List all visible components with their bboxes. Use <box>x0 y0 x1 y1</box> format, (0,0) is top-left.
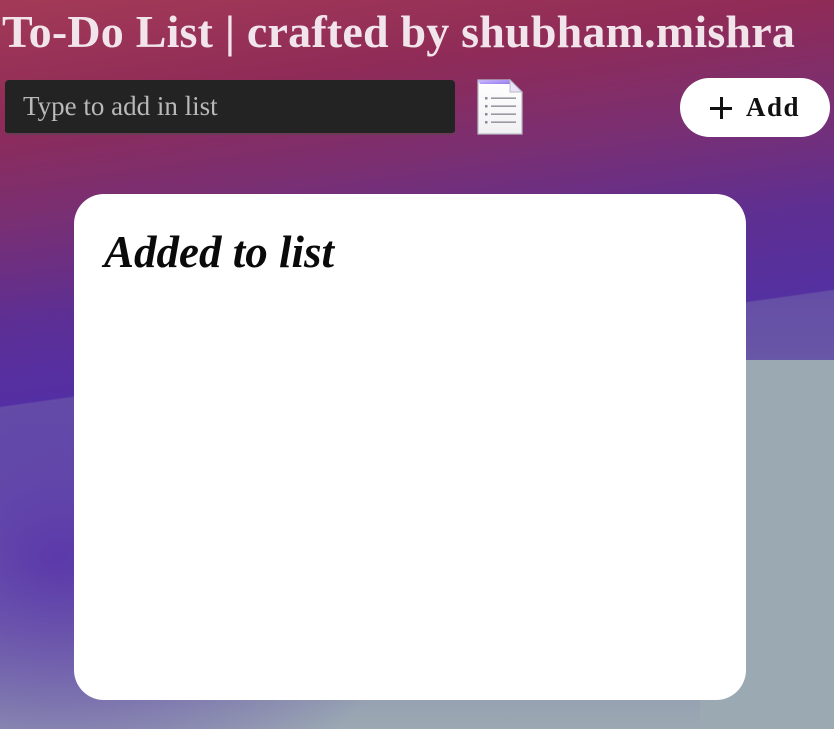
add-button-label: Add <box>745 92 801 122</box>
todo-list-card: Added to list <box>74 194 746 700</box>
plus-icon <box>709 96 732 119</box>
todo-list <box>104 294 716 670</box>
list-heading: Added to list <box>104 227 335 277</box>
todo-input-container <box>5 80 455 135</box>
add-button[interactable]: Add <box>680 78 830 137</box>
todo-input[interactable] <box>5 80 455 133</box>
page-title: To-Do List | crafted by shubham.mishra <box>2 6 796 57</box>
document-list-icon <box>476 78 524 136</box>
